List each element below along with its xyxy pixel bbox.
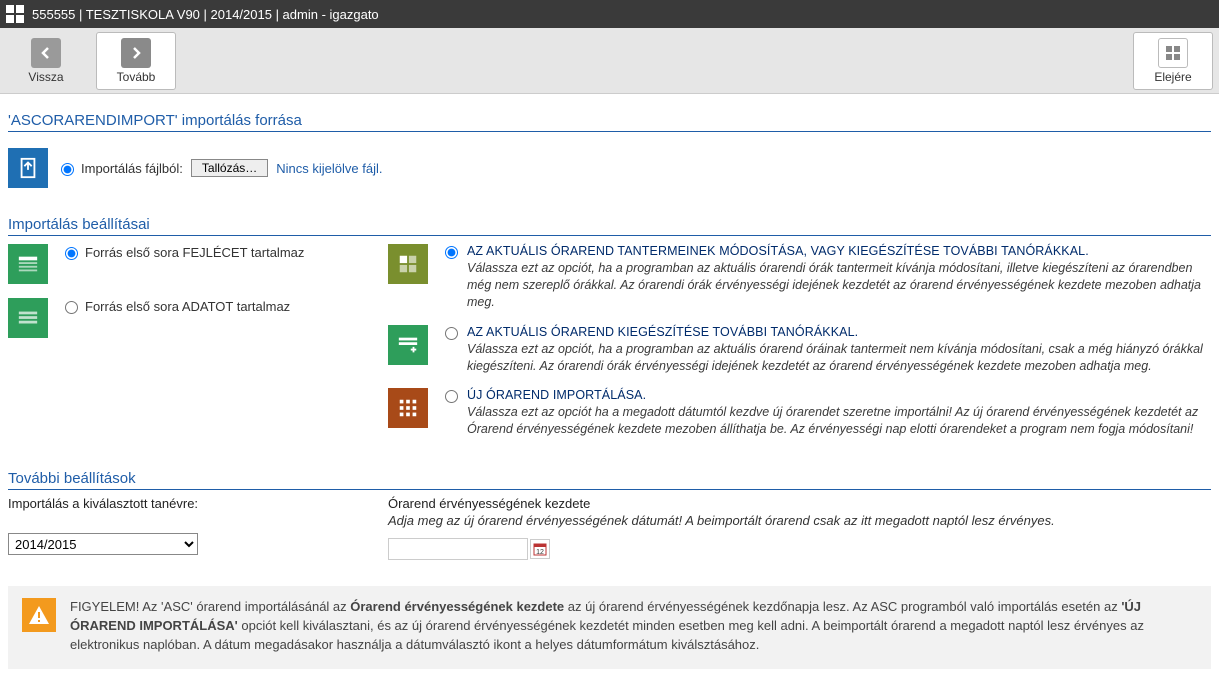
mode-new-radio[interactable] [445, 390, 458, 403]
mode-modify-radio[interactable] [445, 246, 458, 259]
import-from-file-label: Importálás fájlból: [81, 161, 183, 176]
arrow-left-icon [31, 38, 61, 68]
new-timetable-icon [388, 388, 428, 428]
validity-date-input[interactable] [388, 538, 528, 560]
mode-append-title: AZ AKTUÁLIS ÓRAREND KIEGÉSZÍTÉSE TOVÁBBI… [467, 325, 1211, 339]
import-from-file-option[interactable]: Importálás fájlból: [56, 160, 183, 176]
import-from-file-radio[interactable] [61, 163, 74, 176]
header-row-icon [8, 244, 48, 284]
back-button[interactable]: Vissza [6, 32, 86, 90]
top-button[interactable]: Elejére [1133, 32, 1213, 90]
svg-text:12: 12 [536, 549, 544, 556]
warning-panel: FIGYELEM! Az 'ASC' órarend importálásáná… [8, 586, 1211, 669]
first-row-header-label: Forrás első sora FEJLÉCET tartalmaz [85, 245, 304, 260]
browse-button[interactable]: Tallózás… [191, 159, 268, 177]
append-lessons-icon [388, 325, 428, 365]
validity-date-label: Órarend érvényességének kezdete [388, 496, 1211, 511]
first-row-data-label: Forrás első sora ADATOT tartalmaz [85, 299, 290, 314]
window-title: 555555 | TESZTISKOLA V90 | 2014/2015 | a… [32, 7, 379, 22]
mode-modify-desc: Válassza ezt az opciót, ha a programban … [467, 260, 1211, 311]
next-button[interactable]: Tovább [96, 32, 176, 90]
modify-rooms-icon [388, 244, 428, 284]
mode-append-desc: Válassza ezt az opciót, ha a programban … [467, 341, 1211, 375]
arrow-right-icon [121, 38, 151, 68]
school-year-label: Importálás a kiválasztott tanévre: [8, 496, 348, 511]
data-row-icon [8, 298, 48, 338]
next-label: Tovább [117, 70, 156, 84]
warning-text: FIGYELEM! Az 'ASC' órarend importálásáná… [70, 598, 1197, 655]
mode-new-title: ÚJ ÓRAREND IMPORTÁLÁSA. [467, 388, 1211, 402]
calendar-icon[interactable]: 12 [530, 539, 550, 559]
window-titlebar: 555555 | TESZTISKOLA V90 | 2014/2015 | a… [0, 0, 1219, 28]
top-label: Elejére [1154, 70, 1191, 84]
mode-modify-title: AZ AKTUÁLIS ÓRAREND TANTERMEINEK MÓDOSÍT… [467, 244, 1211, 258]
import-file-icon [8, 148, 48, 188]
grid-icon [1158, 38, 1188, 68]
no-file-selected: Nincs kijelölve fájl. [276, 161, 382, 176]
further-heading: További beállítások [8, 470, 1211, 490]
first-row-header-radio[interactable] [65, 247, 78, 260]
first-row-data-radio[interactable] [65, 301, 78, 314]
warning-attn: FIGYELEM! [70, 599, 139, 614]
validity-date-help: Adja meg az új órarend érvényességének d… [388, 513, 1211, 528]
toolbar: Vissza Tovább Elejére [0, 28, 1219, 94]
mode-new-desc: Válassza ezt az opciót ha a megadott dát… [467, 404, 1211, 438]
school-year-select[interactable]: 2014/2015 [8, 533, 198, 555]
first-row-data-option[interactable]: Forrás első sora ADATOT tartalmaz [60, 298, 290, 314]
first-row-header-option[interactable]: Forrás első sora FEJLÉCET tartalmaz [60, 244, 304, 260]
app-logo-icon [6, 5, 24, 23]
warning-icon [22, 598, 56, 632]
settings-heading: Importálás beállításai [8, 216, 1211, 236]
mode-append-radio[interactable] [445, 327, 458, 340]
source-heading: 'ASCORARENDIMPORT' importálás forrása [8, 112, 1211, 132]
back-label: Vissza [28, 70, 63, 84]
